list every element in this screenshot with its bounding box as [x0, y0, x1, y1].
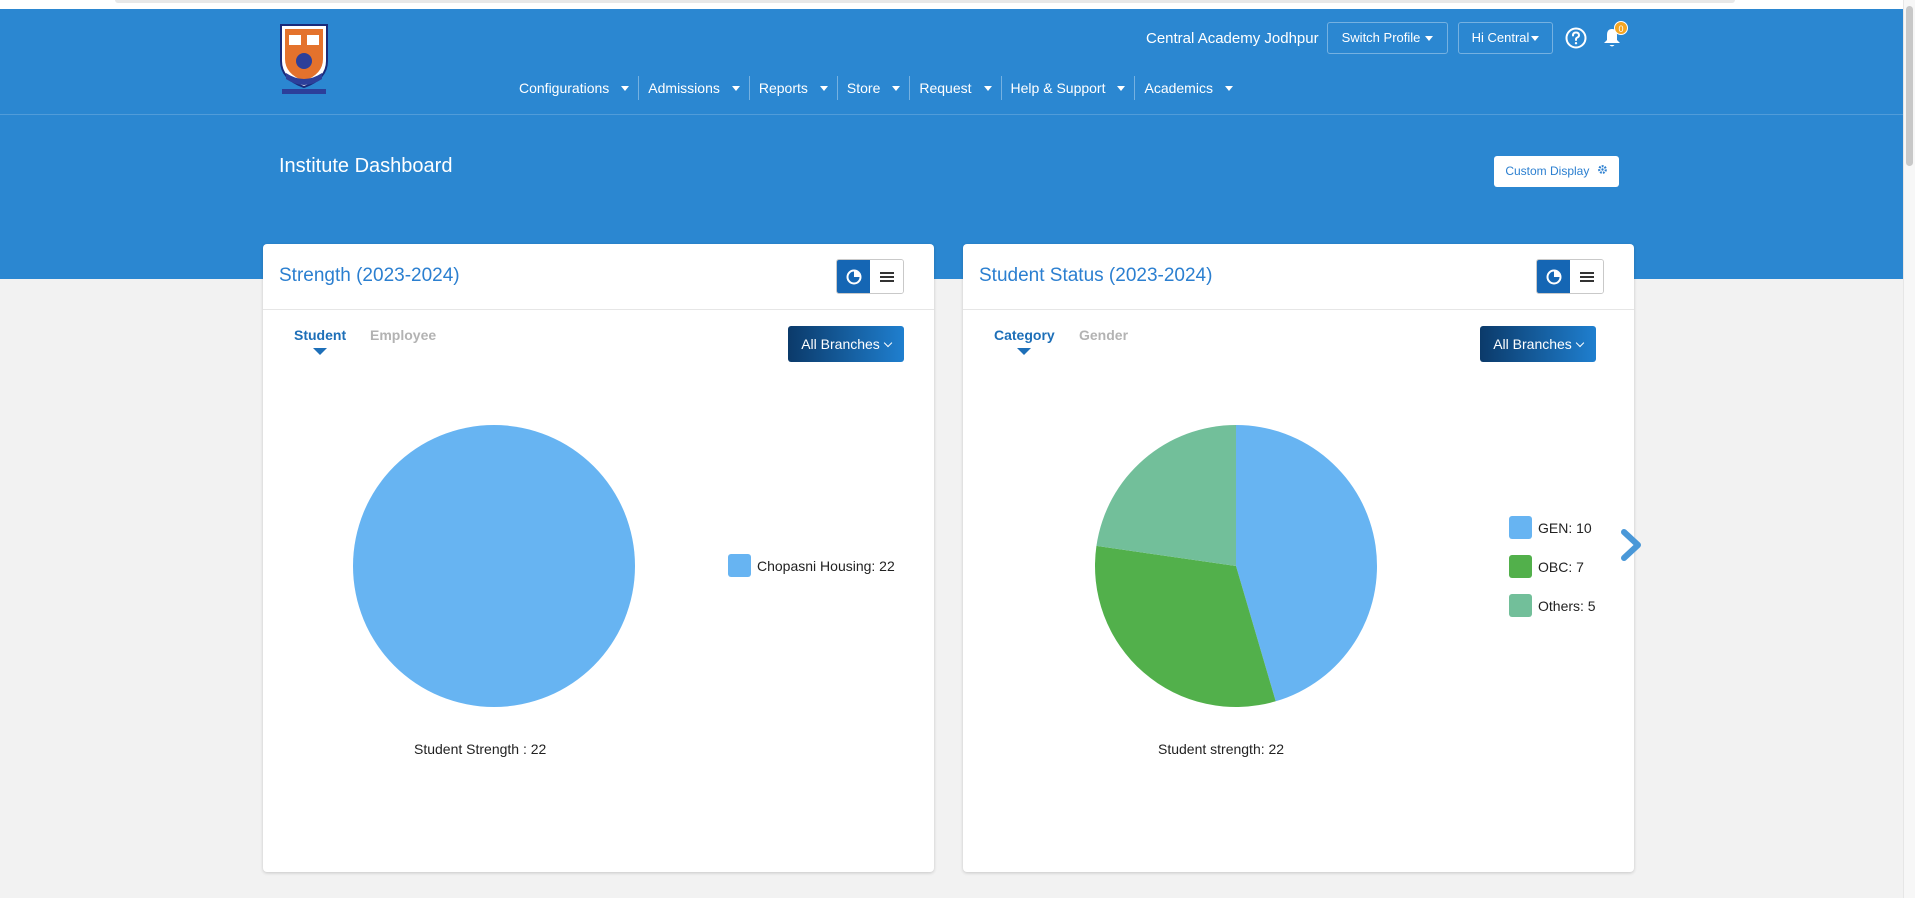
caret-down-icon [819, 85, 828, 91]
legend-swatch [728, 554, 751, 577]
page-title: Institute Dashboard [279, 155, 453, 177]
institute-name: Central Academy Jodhpur [1146, 30, 1319, 47]
gear-icon [1597, 156, 1608, 187]
caret-down-icon [1224, 85, 1233, 91]
strength-card: Strength (2023-2024) Student Employee Al… [263, 244, 934, 872]
nav-label: Configurations [519, 80, 610, 96]
nav-label: Store [846, 80, 881, 96]
caret-down-icon [621, 85, 630, 91]
nav-store[interactable]: Store [838, 76, 911, 100]
custom-display-button[interactable]: Custom Display [1494, 156, 1619, 187]
legend-label: GEN: 10 [1538, 519, 1592, 536]
nav-label: Academics [1144, 80, 1213, 96]
caret-down-icon [1531, 36, 1540, 42]
nav-reports[interactable]: Reports [750, 76, 838, 100]
legend-item: Others: 5 [1509, 594, 1596, 617]
caret-down-icon [1425, 36, 1434, 42]
school-crest-logo[interactable] [278, 21, 330, 97]
legend-swatch [1509, 594, 1532, 617]
legend-swatch [1509, 555, 1532, 578]
nav-configurations[interactable]: Configurations [510, 76, 640, 100]
student-strength-total: Student strength: 22 [1158, 741, 1285, 757]
caret-down-icon [892, 85, 901, 91]
legend-swatch [1509, 516, 1532, 539]
top-strip-bar [115, 0, 1735, 3]
nav-label: Reports [758, 80, 808, 96]
nav-admissions[interactable]: Admissions [639, 76, 750, 100]
custom-display-label: Custom Display [1505, 164, 1590, 178]
legend-label: Chopasni Housing: 22 [757, 557, 895, 574]
switch-profile-button[interactable]: Switch Profile [1327, 22, 1448, 54]
caret-down-icon [731, 85, 740, 91]
chevron-right-icon[interactable] [1618, 528, 1644, 562]
student-strength-total: Student Strength : 22 [414, 741, 547, 757]
nav-request[interactable]: Request [910, 76, 1002, 100]
student-status-card: Student Status (2023-2024) Category Gend… [963, 244, 1634, 872]
nav-help-support[interactable]: Help & Support [1002, 76, 1136, 100]
caret-down-icon [983, 85, 992, 91]
help-icon[interactable] [1565, 27, 1587, 49]
legend-item: GEN: 10 [1509, 516, 1592, 539]
legend-item: OBC: 7 [1509, 555, 1584, 578]
browser-top-strip [0, 0, 1915, 9]
nav-label: Help & Support [1010, 80, 1106, 96]
nav-label: Admissions [648, 80, 720, 96]
header-divider [0, 114, 1903, 115]
legend-item: Chopasni Housing: 22 [728, 554, 895, 577]
caret-down-icon [1117, 85, 1126, 91]
user-menu-label: Hi Central [1471, 30, 1530, 45]
legend-label: OBC: 7 [1538, 558, 1584, 575]
pie-slice-chopasni-housing[interactable] [353, 425, 635, 707]
app-header: Central Academy Jodhpur Switch Profile H… [0, 9, 1903, 279]
scrollbar-thumb[interactable] [1906, 6, 1913, 166]
pie-slice-others[interactable] [1096, 425, 1236, 566]
nav-academics[interactable]: Academics [1135, 76, 1241, 100]
notification-badge: 0 [1614, 21, 1628, 35]
user-menu-button[interactable]: Hi Central [1458, 22, 1553, 54]
legend-label: Others: 5 [1538, 597, 1596, 614]
page-scrollbar[interactable] [1903, 0, 1915, 898]
nav-label: Request [919, 80, 972, 96]
switch-profile-label: Switch Profile [1341, 30, 1421, 45]
main-nav: Configurations Admissions Reports Store … [510, 75, 1242, 101]
